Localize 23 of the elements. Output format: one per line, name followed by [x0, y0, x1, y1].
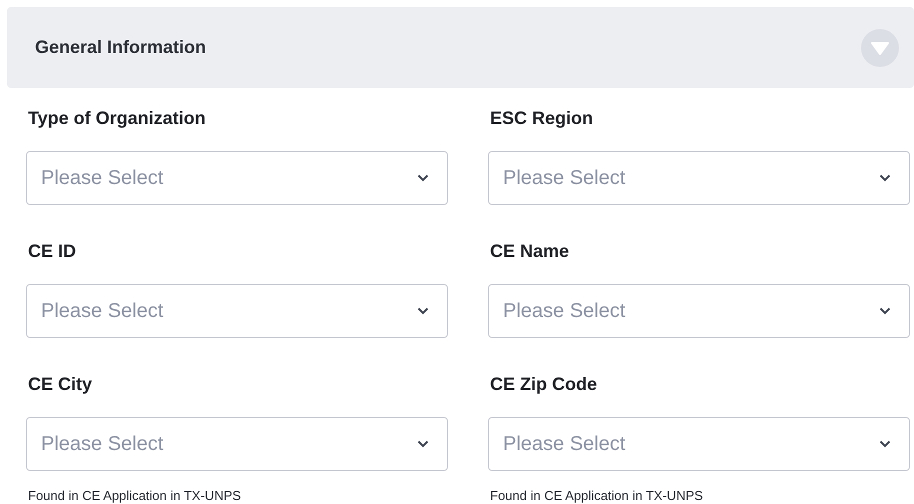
caret-icon: [871, 40, 889, 54]
select-field[interactable]: Please Select: [26, 151, 448, 205]
select-field[interactable]: Please Select: [488, 151, 910, 205]
select-field[interactable]: Please Select: [26, 284, 448, 338]
hint-text: Found in CE Application in TX-UNPS: [28, 488, 241, 503]
select-field[interactable]: Please Select: [488, 284, 910, 338]
field-label: CE Zip Code: [490, 374, 597, 394]
field-label: CE ID: [28, 241, 76, 261]
select-field[interactable]: Please Select: [488, 417, 910, 471]
chevron-down-icon: [879, 307, 891, 315]
chevron-down-icon: [417, 174, 429, 182]
chevron-down-icon: [879, 174, 891, 182]
section-title: General Information: [35, 37, 206, 58]
chevron-down-icon: [879, 440, 891, 448]
chevron-down-icon: [417, 307, 429, 315]
field-label: CE Name: [490, 241, 570, 261]
collapse-button[interactable]: [861, 28, 899, 66]
hint-text: Found in CE Application in TX-UNPS: [490, 488, 703, 503]
field-label: CE City: [28, 374, 92, 394]
select-field[interactable]: Please Select: [26, 417, 448, 471]
chevron-down-icon: [417, 440, 429, 448]
field-label: Type of Organization: [28, 108, 206, 128]
field-label: ESC Region: [490, 108, 594, 128]
